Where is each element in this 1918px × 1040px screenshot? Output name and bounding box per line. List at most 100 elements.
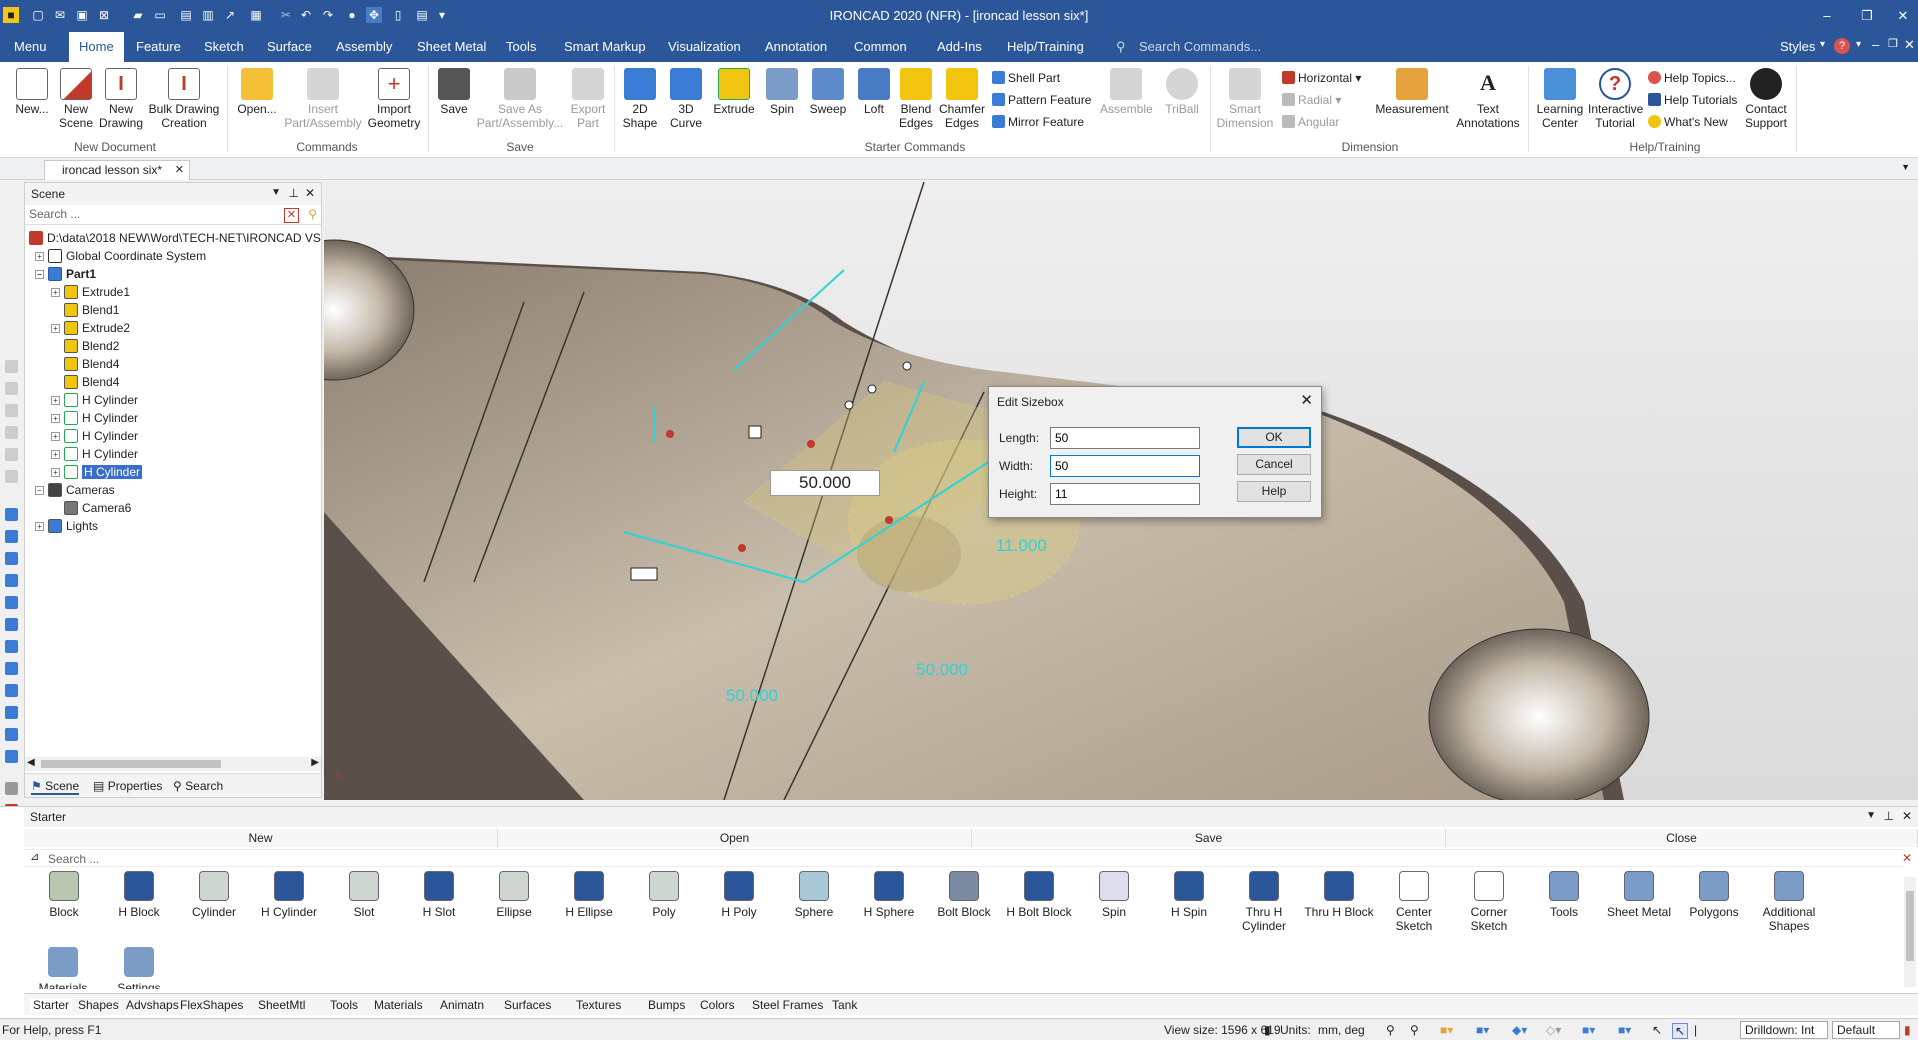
- loft-button[interactable]: Loft: [852, 68, 896, 116]
- length-input[interactable]: [1050, 427, 1200, 449]
- tool-icon-14[interactable]: [5, 662, 18, 675]
- triball-button[interactable]: TriBall: [1160, 68, 1204, 116]
- shape-spin[interactable]: Spin: [1077, 871, 1151, 919]
- dialog-close-icon[interactable]: ✕: [1300, 391, 1313, 409]
- default-select[interactable]: Default: [1832, 1021, 1900, 1039]
- tab-smart-markup[interactable]: Smart Markup: [556, 32, 654, 62]
- tool-icon-9[interactable]: [5, 552, 18, 565]
- tree-node-root[interactable]: D:\data\2018 NEW\Word\TECH-NET\IRONCAD V…: [29, 229, 321, 247]
- tree-node-h-cylinder[interactable]: + H Cylinder: [51, 445, 138, 463]
- 2d-shape-button[interactable]: 2D Shape: [620, 68, 660, 130]
- sizebox-handle[interactable]: [885, 516, 893, 524]
- 3d-curve-button[interactable]: 3D Curve: [664, 68, 708, 130]
- tree-node-blend1[interactable]: Blend1: [64, 301, 119, 319]
- dimension-length-value[interactable]: 50.000: [726, 686, 778, 706]
- tree-node-camera6[interactable]: Camera6: [64, 499, 131, 517]
- shape-center-sketch[interactable]: Center Sketch: [1377, 871, 1451, 933]
- shape-materials[interactable]: Materials: [26, 947, 100, 989]
- scroll-right-icon[interactable]: ▶: [311, 757, 319, 768]
- tab-add-ins[interactable]: Add-Ins: [929, 32, 990, 62]
- catalog-tab-starter[interactable]: Starter: [30, 998, 73, 1012]
- tool-icon-10[interactable]: [5, 574, 18, 587]
- status-close-icon[interactable]: ▮: [1904, 1023, 1911, 1037]
- tree-node-extrude1[interactable]: + Extrude1: [51, 283, 130, 301]
- sweep-button[interactable]: Sweep: [806, 68, 850, 116]
- shape-h-poly[interactable]: H Poly: [702, 871, 776, 919]
- import-geometry-button[interactable]: + Import Geometry: [364, 68, 424, 130]
- radial-dimension-button[interactable]: Radial ▾: [1282, 92, 1341, 108]
- select-icon[interactable]: ↖: [1672, 1023, 1689, 1039]
- export-part-button[interactable]: Export Part: [566, 68, 610, 130]
- help-tutorials-button[interactable]: Help Tutorials: [1648, 92, 1737, 108]
- shape-h-ellipse[interactable]: H Ellipse: [552, 871, 626, 919]
- tree-node-global-coordinate-system[interactable]: + Global Coordinate System: [35, 247, 206, 265]
- interactive-tutorial-button[interactable]: ? Interactive Tutorial: [1588, 68, 1643, 130]
- tree-node-h-cylinder[interactable]: + H Cylinder: [51, 391, 138, 409]
- catalog-tab-tank[interactable]: Tank: [832, 998, 857, 1012]
- bulk-drawing-creation-button[interactable]: I Bulk Drawing Creation: [146, 68, 222, 130]
- tab-home[interactable]: Home: [69, 32, 124, 62]
- shape-bolt-block[interactable]: Bolt Block: [927, 871, 1001, 919]
- tree-node-blend4[interactable]: Blend4: [64, 355, 119, 373]
- anchor-icon[interactable]: [748, 425, 762, 439]
- sizebox-handle[interactable]: [738, 544, 746, 552]
- tab-visualization[interactable]: Visualization: [660, 32, 749, 62]
- expand-icon[interactable]: +: [51, 324, 60, 333]
- tree-node-part1[interactable]: − Part1: [35, 265, 96, 283]
- catalog-tab-bumps[interactable]: Bumps: [648, 998, 685, 1012]
- expand-icon[interactable]: +: [51, 432, 60, 441]
- learning-center-button[interactable]: Learning Center: [1534, 68, 1586, 130]
- shape-tools[interactable]: Tools: [1527, 871, 1601, 919]
- tree-node-blend2[interactable]: Blend2: [64, 337, 119, 355]
- collapse-icon[interactable]: −: [35, 270, 44, 279]
- shape-thru-h-block[interactable]: Thru H Block: [1302, 871, 1376, 919]
- display-icon[interactable]: ◆▾: [1512, 1023, 1527, 1037]
- styles-arrow-icon[interactable]: ▾: [1820, 39, 1825, 50]
- scene-pin-icon[interactable]: ⊥: [289, 186, 299, 200]
- tab-annotation[interactable]: Annotation: [757, 32, 835, 62]
- sizebox-handle[interactable]: [666, 430, 674, 438]
- tree-node-cameras[interactable]: − Cameras: [35, 481, 115, 499]
- dimension-center-value[interactable]: 50.000: [770, 470, 880, 496]
- catalog-tab-advshaps[interactable]: Advshaps: [126, 998, 179, 1012]
- shape-polygons[interactable]: Polygons: [1677, 871, 1751, 919]
- shell-part-button[interactable]: Shell Part: [992, 70, 1060, 86]
- help-topics-button[interactable]: Help Topics...: [1648, 70, 1736, 86]
- expand-icon[interactable]: +: [51, 468, 60, 477]
- tab-help-training[interactable]: Help/Training: [999, 32, 1092, 62]
- shape-thru-h-cylinder[interactable]: Thru H Cylinder: [1227, 871, 1301, 933]
- tool-icon-6[interactable]: [5, 470, 18, 483]
- shape-corner-sketch[interactable]: Corner Sketch: [1452, 871, 1526, 933]
- catalog-pin-icon[interactable]: ⊥: [1884, 809, 1894, 823]
- triball-handle-icon[interactable]: [630, 567, 658, 581]
- camera-view-icon[interactable]: ■▾: [1582, 1023, 1595, 1037]
- tab-properties[interactable]: ▤ Properties: [93, 779, 162, 793]
- shading-icon[interactable]: ◇▾: [1546, 1023, 1561, 1037]
- units-value[interactable]: mm, deg: [1318, 1023, 1365, 1037]
- scroll-thumb[interactable]: [41, 760, 221, 768]
- insert-part-assembly-button[interactable]: Insert Part/Assembly: [282, 68, 364, 130]
- clear-search-icon[interactable]: ✕: [284, 208, 299, 223]
- minimize-icon[interactable]: –: [1812, 4, 1842, 28]
- tool-icon-5[interactable]: [5, 448, 18, 461]
- catalog-new-button[interactable]: New: [24, 829, 498, 847]
- tab-sheet-metal[interactable]: Sheet Metal: [409, 32, 494, 62]
- save-as-part-button[interactable]: Save As Part/Assembly...: [474, 68, 566, 130]
- tree-node-lights[interactable]: + Lights: [35, 517, 98, 535]
- catalog-menu-icon[interactable]: ▼: [1866, 810, 1876, 821]
- expand-icon[interactable]: +: [35, 522, 44, 531]
- cancel-button[interactable]: Cancel: [1237, 454, 1311, 475]
- tree-node-h-cylinder[interactable]: + H Cylinder: [51, 427, 138, 445]
- view-icon[interactable]: ■▾: [1476, 1023, 1489, 1037]
- tool-icon-16[interactable]: [5, 706, 18, 719]
- catalog-close-icon[interactable]: ✕: [1902, 809, 1912, 823]
- tool-icon-12[interactable]: [5, 618, 18, 631]
- shape-additional-shapes[interactable]: Additional Shapes: [1752, 871, 1826, 933]
- tool-icon-15[interactable]: [5, 684, 18, 697]
- width-input[interactable]: [1050, 455, 1200, 477]
- tab-scene[interactable]: ⚑ Scene: [31, 779, 80, 795]
- doc-restore-icon[interactable]: ❐: [1888, 37, 1898, 50]
- tool-icon-18[interactable]: [5, 750, 18, 763]
- new-drawing-button[interactable]: I New Drawing: [96, 68, 146, 130]
- tree-node-blend4[interactable]: Blend4: [64, 373, 119, 391]
